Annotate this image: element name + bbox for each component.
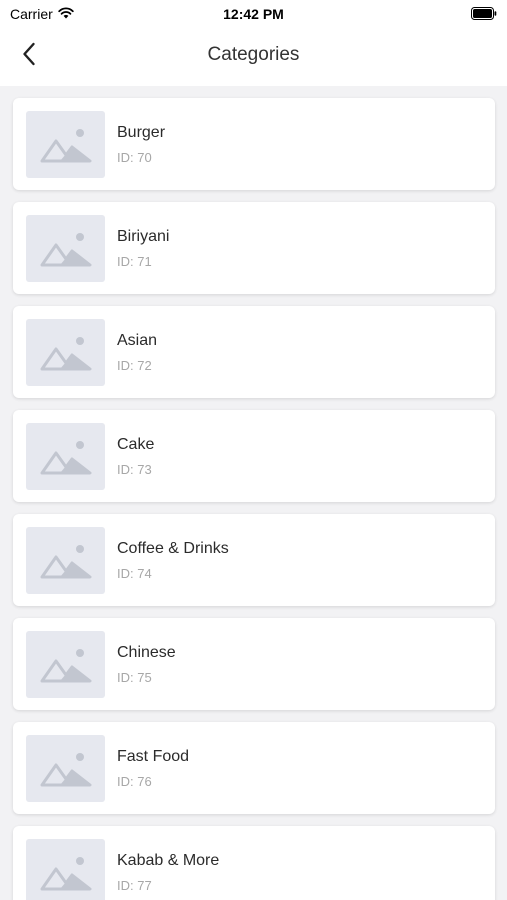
category-card-cake[interactable]: Cake ID: 73 (13, 410, 495, 502)
image-placeholder-icon (26, 111, 105, 178)
category-name: Chinese (117, 644, 176, 661)
category-id: ID: 75 (117, 670, 152, 685)
category-card-burger[interactable]: Burger ID: 70 (13, 98, 495, 190)
category-id: ID: 74 (117, 566, 152, 581)
image-placeholder-icon (26, 527, 105, 594)
category-id: ID: 72 (117, 358, 152, 373)
page-title: Categories (207, 44, 300, 65)
category-name: Fast Food (117, 748, 190, 765)
category-list: Burger ID: 70 Biriyani ID: 71 Asian ID: … (13, 98, 495, 900)
image-placeholder-icon (26, 631, 105, 698)
category-name: Asian (117, 332, 158, 349)
category-name: Biriyani (117, 228, 170, 245)
category-card-fast-food[interactable]: Fast Food ID: 76 (13, 722, 495, 814)
image-placeholder-icon (26, 215, 105, 282)
nav-header: Categories (0, 28, 507, 86)
image-placeholder-icon (26, 735, 105, 802)
category-id: ID: 73 (117, 462, 152, 477)
category-card-kabab-more[interactable]: Kabab & More ID: 77 (13, 826, 495, 900)
category-card-coffee-drinks[interactable]: Coffee & Drinks ID: 74 (13, 514, 495, 606)
category-id: ID: 77 (117, 878, 152, 893)
category-name: Burger (117, 124, 166, 141)
categories-screen: Carrier 12:42 PM Categories Burger ID: 7… (0, 0, 507, 900)
image-placeholder-icon (26, 839, 105, 900)
category-card-chinese[interactable]: Chinese ID: 75 (13, 618, 495, 710)
category-card-asian[interactable]: Asian ID: 72 (13, 306, 495, 398)
category-id: ID: 70 (117, 150, 152, 165)
category-name: Kabab & More (117, 852, 220, 869)
category-name: Coffee & Drinks (117, 540, 229, 557)
category-name: Cake (117, 436, 155, 453)
category-id: ID: 76 (117, 774, 152, 789)
status-bar: Carrier 12:42 PM (0, 0, 507, 28)
image-placeholder-icon (26, 423, 105, 490)
status-time: 12:42 PM (223, 6, 284, 22)
category-id: ID: 71 (117, 254, 152, 269)
category-card-biriyani[interactable]: Biriyani ID: 71 (13, 202, 495, 294)
battery-icon (471, 7, 497, 20)
image-placeholder-icon (26, 319, 105, 386)
